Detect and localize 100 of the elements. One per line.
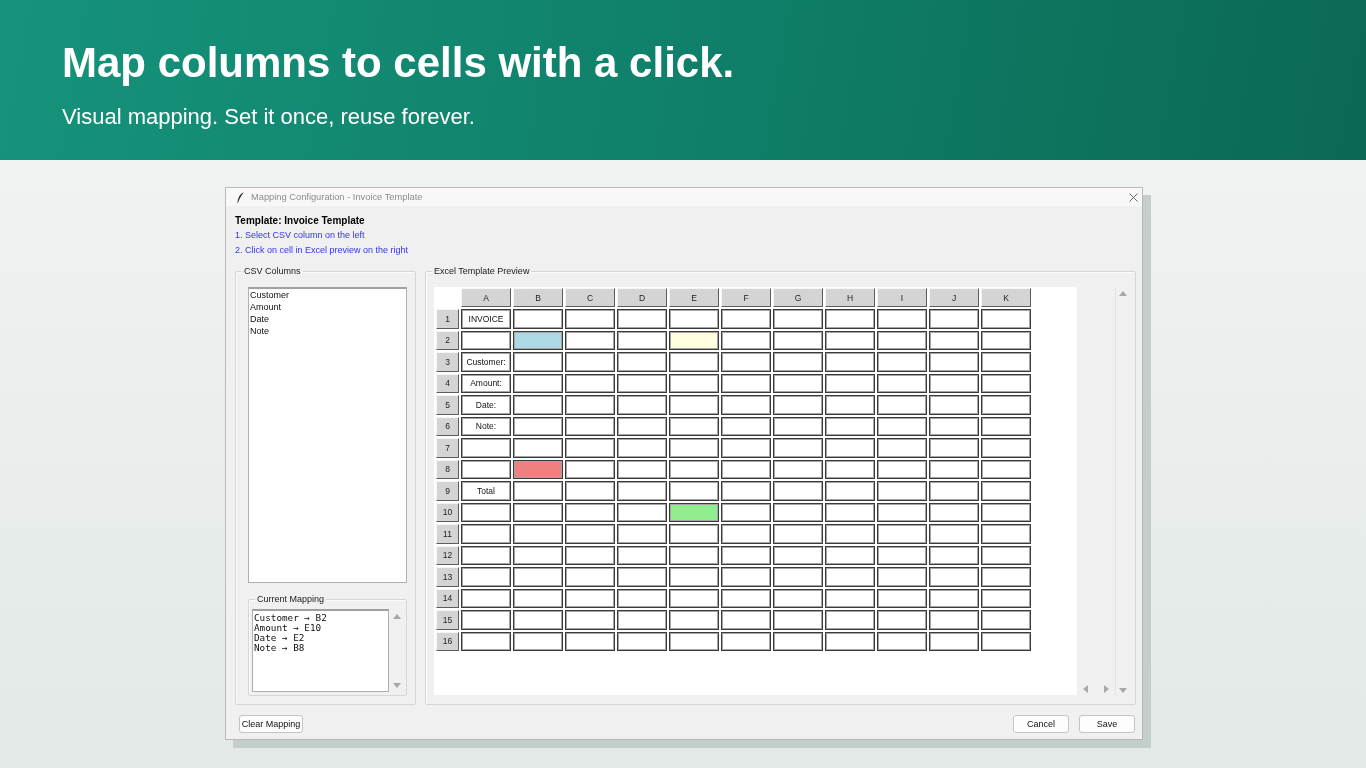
grid-cell[interactable]	[565, 395, 615, 415]
grid-cell[interactable]	[617, 352, 667, 372]
grid-cell[interactable]	[565, 481, 615, 501]
grid-cell[interactable]	[617, 373, 667, 393]
grid-cell[interactable]	[721, 330, 771, 350]
grid-cell[interactable]	[669, 631, 719, 651]
grid-cell[interactable]	[513, 330, 563, 350]
grid-cell[interactable]	[461, 567, 511, 587]
grid-cell[interactable]	[669, 352, 719, 372]
grid-cell[interactable]	[773, 416, 823, 436]
grid-cell[interactable]	[617, 459, 667, 479]
grid-cell[interactable]	[617, 610, 667, 630]
grid-cell[interactable]	[461, 502, 511, 522]
grid-cell[interactable]	[669, 502, 719, 522]
grid-cell[interactable]	[513, 524, 563, 544]
grid-cell[interactable]	[513, 459, 563, 479]
grid-cell[interactable]	[929, 502, 979, 522]
grid-cell[interactable]	[669, 309, 719, 329]
grid-cell[interactable]	[617, 438, 667, 458]
grid-cell[interactable]	[773, 459, 823, 479]
grid-cell[interactable]	[929, 545, 979, 565]
grid-cell[interactable]	[773, 502, 823, 522]
grid-cell[interactable]	[825, 502, 875, 522]
grid-cell[interactable]	[981, 352, 1031, 372]
grid-cell[interactable]	[721, 352, 771, 372]
grid-cell[interactable]	[773, 352, 823, 372]
csv-column-item[interactable]: Note	[249, 325, 406, 337]
csv-column-item[interactable]: Amount	[249, 301, 406, 313]
grid-cell[interactable]	[877, 373, 927, 393]
grid-cell[interactable]	[669, 588, 719, 608]
grid-cell[interactable]	[929, 373, 979, 393]
cancel-button[interactable]: Cancel	[1013, 715, 1069, 733]
grid-cell[interactable]	[669, 481, 719, 501]
grid-cell[interactable]	[513, 373, 563, 393]
grid-cell[interactable]	[617, 524, 667, 544]
grid-cell[interactable]	[929, 330, 979, 350]
grid-cell[interactable]	[565, 330, 615, 350]
grid-cell[interactable]	[721, 545, 771, 565]
grid-cell[interactable]	[825, 309, 875, 329]
grid-cell[interactable]	[981, 588, 1031, 608]
save-button[interactable]: Save	[1079, 715, 1135, 733]
grid-cell[interactable]	[981, 438, 1031, 458]
grid-cell[interactable]	[981, 309, 1031, 329]
grid-cell[interactable]	[981, 395, 1031, 415]
grid-cell[interactable]	[669, 373, 719, 393]
grid-cell[interactable]	[461, 330, 511, 350]
grid-cell[interactable]	[721, 416, 771, 436]
grid-cell[interactable]	[721, 567, 771, 587]
grid-cell[interactable]: Amount:	[461, 373, 511, 393]
grid-cell[interactable]	[981, 330, 1031, 350]
grid-cell[interactable]	[669, 395, 719, 415]
grid-cell[interactable]	[513, 502, 563, 522]
grid-cell[interactable]	[981, 373, 1031, 393]
grid-cell[interactable]	[929, 481, 979, 501]
grid-cell[interactable]	[877, 588, 927, 608]
csv-column-list[interactable]: Customer Amount Date Note	[248, 287, 407, 583]
grid-cell[interactable]	[981, 502, 1031, 522]
grid-cell[interactable]	[825, 567, 875, 587]
grid-cell[interactable]	[877, 309, 927, 329]
grid-cell[interactable]	[877, 524, 927, 544]
grid-cell[interactable]	[877, 631, 927, 651]
grid-cell[interactable]	[877, 416, 927, 436]
grid-cell[interactable]	[773, 545, 823, 565]
grid-cell[interactable]	[461, 631, 511, 651]
grid-cell[interactable]	[773, 395, 823, 415]
grid-cell[interactable]	[981, 545, 1031, 565]
grid-cell[interactable]	[773, 610, 823, 630]
grid-cell[interactable]	[825, 524, 875, 544]
grid-cell[interactable]	[513, 567, 563, 587]
grid-cell[interactable]	[929, 438, 979, 458]
grid-cell[interactable]	[929, 610, 979, 630]
grid-cell[interactable]	[721, 438, 771, 458]
grid-cell[interactable]	[513, 588, 563, 608]
grid-cell[interactable]	[461, 610, 511, 630]
grid-cell[interactable]	[773, 309, 823, 329]
grid-cell[interactable]	[773, 481, 823, 501]
grid-cell[interactable]	[825, 416, 875, 436]
grid-cell[interactable]	[929, 524, 979, 544]
grid-cell[interactable]	[565, 352, 615, 372]
grid-cell[interactable]	[825, 459, 875, 479]
grid-cell[interactable]	[617, 545, 667, 565]
grid-cell[interactable]	[617, 631, 667, 651]
csv-column-item[interactable]: Customer	[249, 289, 406, 301]
grid-cell[interactable]	[877, 610, 927, 630]
clear-mapping-button[interactable]: Clear Mapping	[239, 715, 303, 733]
grid-cell[interactable]	[617, 416, 667, 436]
grid-cell[interactable]	[617, 481, 667, 501]
grid-cell[interactable]	[877, 438, 927, 458]
grid-cell[interactable]	[721, 459, 771, 479]
grid-cell[interactable]	[981, 416, 1031, 436]
grid-cell[interactable]	[721, 502, 771, 522]
grid-cell[interactable]	[981, 459, 1031, 479]
grid-cell[interactable]	[617, 395, 667, 415]
grid-cell[interactable]	[721, 309, 771, 329]
grid-cell[interactable]	[721, 610, 771, 630]
close-icon[interactable]	[1129, 192, 1138, 202]
grid-cell[interactable]	[929, 567, 979, 587]
grid-cell[interactable]	[617, 309, 667, 329]
grid-cell[interactable]	[981, 631, 1031, 651]
grid-cell[interactable]	[721, 373, 771, 393]
